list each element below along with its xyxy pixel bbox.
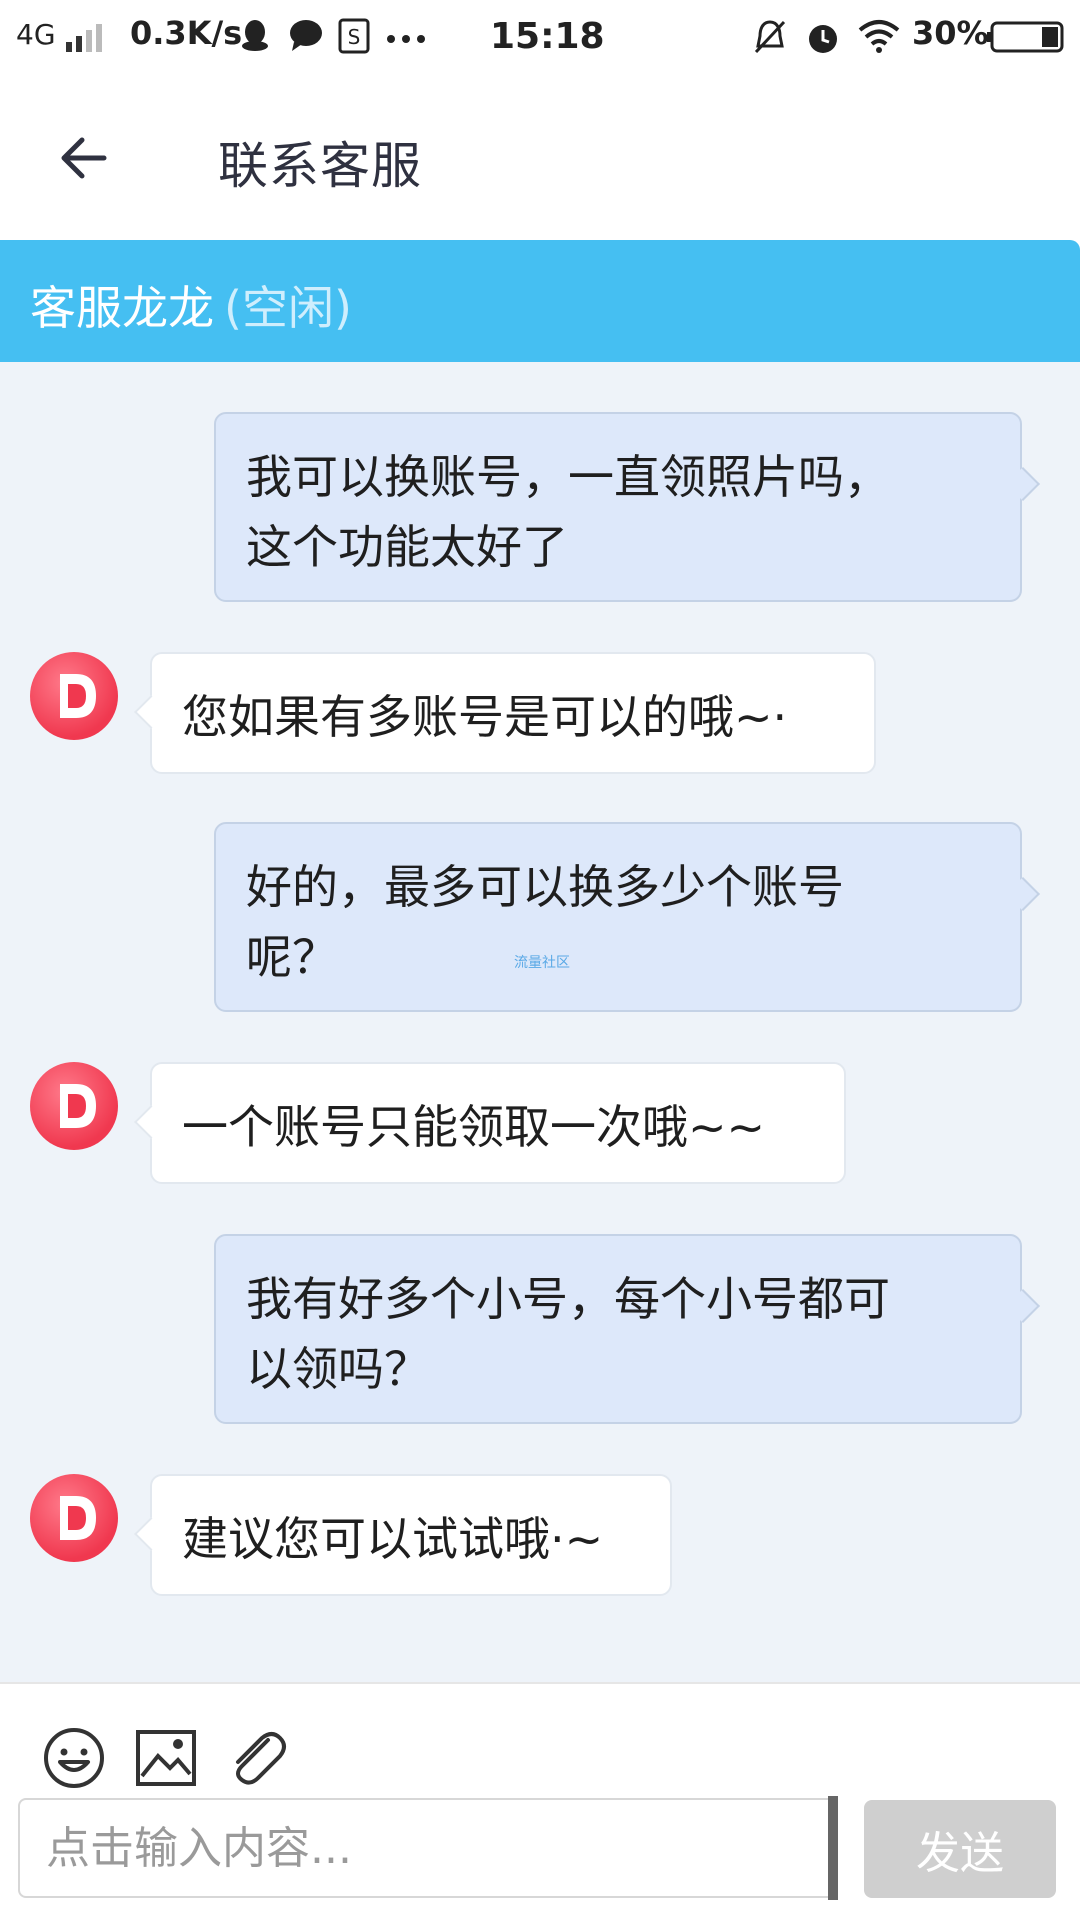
message-line: 这个功能太好了	[246, 520, 568, 574]
agent-bar: 客服龙龙 (空闲)	[0, 240, 1080, 362]
mute-bell-icon	[754, 20, 786, 54]
battery-icon	[987, 21, 1064, 53]
message-line: 好的，最多可以换多少个账号	[246, 860, 844, 914]
message-line: 建议您可以试试哦·~	[182, 1512, 604, 1566]
input-edge	[828, 1796, 838, 1900]
watermark: 流量社区	[514, 955, 570, 971]
more-notifications-icon	[387, 35, 425, 43]
composer-bar: 发送	[0, 1682, 1080, 1922]
status-bar: 4G 0.3K/s S 15:18 30%	[0, 0, 1080, 78]
emoji-icon	[44, 1728, 104, 1788]
my-message-bubble: 好的，最多可以换多少个账号 呢？	[214, 822, 1022, 1012]
clock: 15:18	[490, 16, 605, 57]
arrow-left-icon	[61, 137, 107, 179]
message-line: 呢？	[246, 930, 338, 984]
emoji-button[interactable]	[42, 1726, 106, 1790]
agent-avatar[interactable]	[30, 1062, 118, 1150]
wifi-icon	[858, 20, 900, 53]
logo-d-icon	[60, 1084, 96, 1128]
message-icon	[290, 20, 322, 51]
header: 联系客服	[0, 78, 1080, 240]
back-button[interactable]	[54, 128, 114, 188]
svg-text:S: S	[348, 25, 361, 49]
agent-status: (空闲)	[224, 281, 352, 335]
logo-d-icon	[60, 674, 96, 718]
agent-avatar[interactable]	[30, 1474, 118, 1562]
my-message-bubble: 我有好多个小号，每个小号都可 以领吗？	[214, 1234, 1022, 1424]
message-line: 您如果有多账号是可以的哦~·	[182, 690, 788, 744]
message-line: 以领吗？	[246, 1342, 430, 1396]
logo-d-icon	[60, 1496, 96, 1540]
agent-name: 客服龙龙	[30, 281, 214, 335]
image-button[interactable]	[134, 1726, 198, 1790]
agent-message-bubble: 一个账号只能领取一次哦~~	[150, 1062, 846, 1184]
agent-message-bubble: 建议您可以试试哦·~	[150, 1474, 672, 1596]
agent-message-bubble: 您如果有多账号是可以的哦~·	[150, 652, 876, 774]
chat-area: 我可以换账号，一直领照片吗， 这个功能太好了 您如果有多账号是可以的哦~· 好的…	[0, 362, 1080, 1682]
attachment-icon	[236, 1732, 286, 1785]
alarm-icon	[809, 25, 837, 53]
network-type: 4G	[16, 18, 56, 51]
agent-info: 客服龙龙 (空闲)	[30, 272, 352, 338]
my-message-bubble: 我可以换账号，一直领照片吗， 这个功能太好了	[214, 412, 1022, 602]
message-input[interactable]	[18, 1798, 838, 1898]
sim-icon: S	[338, 18, 370, 54]
message-line: 我有好多个小号，每个小号都可	[246, 1272, 890, 1326]
network-speed: 0.3K/s	[130, 14, 243, 52]
battery-percent: 30%	[912, 14, 989, 52]
message-line: 我可以换账号，一直领照片吗，	[246, 450, 890, 504]
qq-icon	[242, 20, 268, 51]
agent-avatar[interactable]	[30, 652, 118, 740]
attachment-button[interactable]	[224, 1726, 288, 1790]
image-icon	[136, 1730, 196, 1786]
page-title: 联系客服	[218, 137, 422, 195]
signal-icon	[66, 24, 102, 52]
message-line: 一个账号只能领取一次哦~~	[182, 1100, 766, 1154]
send-button[interactable]: 发送	[864, 1800, 1056, 1898]
